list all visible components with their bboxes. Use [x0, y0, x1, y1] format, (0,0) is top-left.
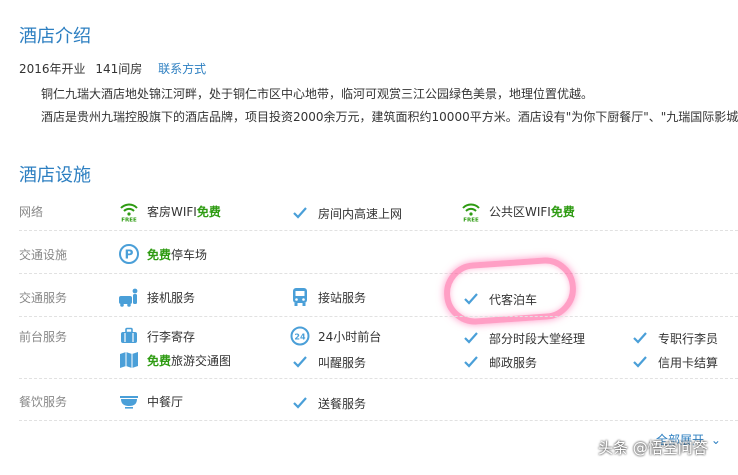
luggage-icon [118, 326, 140, 346]
facility-room-internet: 房间内高速上网 [289, 203, 402, 223]
bus-icon [289, 287, 311, 307]
facility-lobby-manager: 部分时段大堂经理 [460, 328, 585, 348]
free-badge: 免费 [196, 204, 221, 219]
svg-text:FREE: FREE [121, 218, 137, 223]
wifi-free-icon: FREE [460, 201, 482, 223]
check-icon [289, 393, 311, 413]
row-divider [19, 273, 738, 274]
free-badge: 免费 [147, 353, 172, 368]
facility-label: 客房WIFI [147, 204, 197, 219]
facility-label: 接站服务 [318, 290, 367, 305]
facility-parking: P 免费 停车场 [118, 244, 207, 264]
check-icon [460, 352, 482, 372]
chevron-down-icon: ⌄ [710, 433, 721, 447]
facility-label: 接机服务 [147, 290, 196, 305]
hotel-meta: 2016年开业 141间房 联系方式 [19, 60, 206, 77]
facility-label: 24小时前台 [318, 329, 382, 344]
facility-station-pickup: 接站服务 [289, 287, 366, 307]
facility-label: 部分时段大堂经理 [489, 331, 586, 346]
facility-public-wifi: FREE 公共区WIFI 免费 [460, 201, 575, 223]
watermark: 头条 @悟空问答 [598, 439, 708, 457]
24h-icon: 24 [289, 326, 311, 346]
facility-luggage-storage: 行李寄存 [118, 326, 195, 346]
facility-label: 房间内高速上网 [318, 206, 403, 221]
svg-text:P: P [125, 248, 134, 262]
row-label-transport-services: 交通服务 [19, 291, 68, 305]
intro-paragraph-1: 铜仁九瑞大酒店地处锦江河畔，处于铜仁市区中心地带，临河可观赏三江公园绿色美景，地… [41, 87, 594, 101]
svg-text:24: 24 [294, 333, 306, 342]
row-divider [19, 316, 738, 317]
facility-label: 信用卡结算 [658, 355, 719, 370]
row-divider [19, 420, 738, 421]
hotel-facilities-title: 酒店设施 [19, 165, 91, 186]
facility-chinese-restaurant: 中餐厅 [118, 391, 183, 411]
facility-label: 中餐厅 [147, 394, 184, 409]
facility-label: 停车场 [171, 247, 208, 262]
airport-pickup-icon [118, 287, 140, 307]
facility-label: 叫醒服务 [318, 355, 367, 370]
free-badge: 免费 [147, 247, 172, 262]
svg-text:FREE: FREE [463, 218, 479, 223]
contact-link[interactable]: 联系方式 [158, 62, 206, 76]
facility-tourist-map: 免费 旅游交通图 [118, 350, 231, 370]
row-label-transport-facilities: 交通设施 [19, 248, 68, 262]
facility-label: 邮政服务 [489, 355, 538, 370]
row-label-front-desk: 前台服务 [19, 330, 68, 344]
facility-bellboy: 专职行李员 [629, 328, 718, 348]
check-icon [289, 352, 311, 372]
row-divider [19, 378, 738, 379]
row-divider [19, 230, 738, 231]
intro-paragraph-2: 酒店是贵州九瑞控股旗下的酒店品牌，项目投资2000余万元，建筑面积约10000平… [41, 110, 738, 124]
map-icon [118, 350, 140, 370]
row-label-dining: 餐饮服务 [19, 395, 68, 409]
opened-year: 2016年开业 [19, 62, 86, 76]
parking-icon: P [118, 244, 140, 264]
facility-label: 行李寄存 [147, 329, 196, 344]
check-icon [629, 328, 651, 348]
facility-24h-front-desk: 24 24小时前台 [289, 326, 381, 346]
facility-label: 专职行李员 [658, 331, 719, 346]
facility-label: 公共区WIFI [489, 204, 551, 219]
check-icon [629, 352, 651, 372]
facility-wake-up-call: 叫醒服务 [289, 352, 366, 372]
hotel-intro-title: 酒店介绍 [19, 26, 91, 47]
restaurant-icon [118, 391, 140, 411]
facility-label: 旅游交通图 [171, 353, 232, 368]
facility-label: 送餐服务 [318, 396, 367, 411]
facility-room-service: 送餐服务 [289, 393, 366, 413]
check-icon [289, 203, 311, 223]
facility-postal: 邮政服务 [460, 352, 537, 372]
check-icon [460, 328, 482, 348]
facility-room-wifi: FREE 客房WIFI 免费 [118, 201, 221, 223]
facility-credit-card: 信用卡结算 [629, 352, 718, 372]
wifi-free-icon: FREE [118, 201, 140, 223]
free-badge: 免费 [550, 204, 575, 219]
row-label-network: 网络 [19, 205, 44, 219]
facility-airport-pickup: 接机服务 [118, 287, 195, 307]
room-count: 141间房 [95, 62, 143, 76]
